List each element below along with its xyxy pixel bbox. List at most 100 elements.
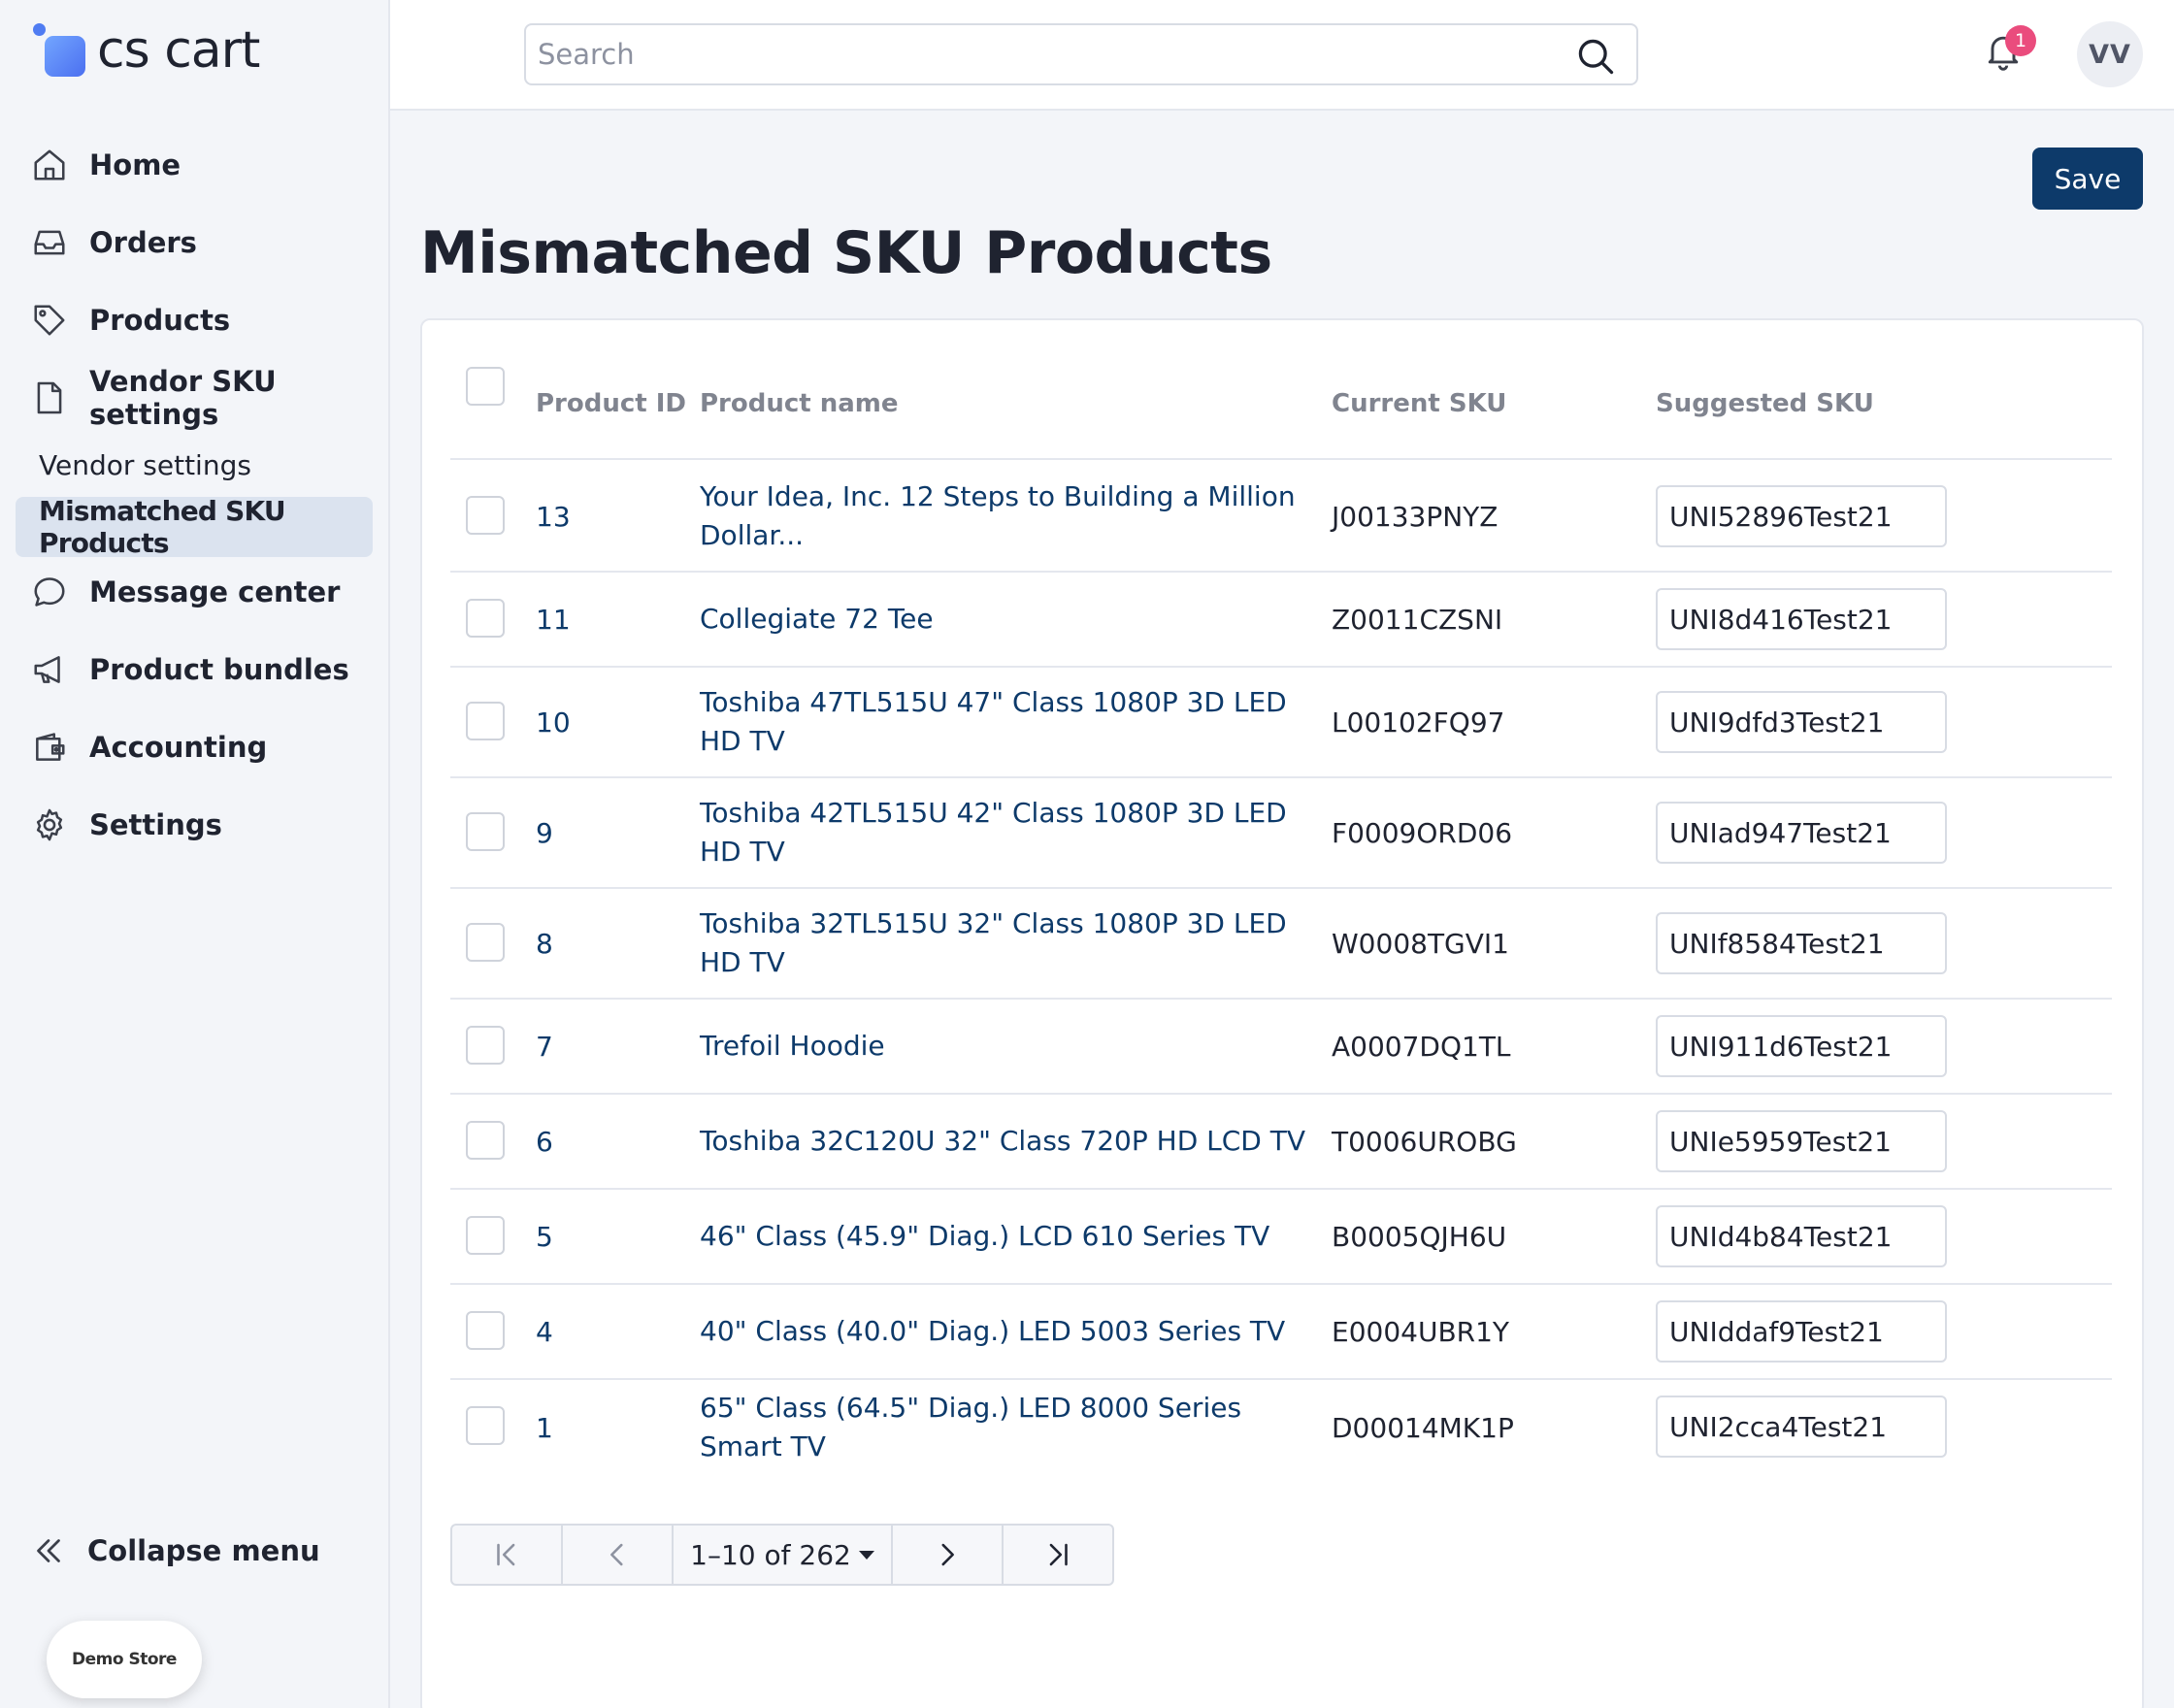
save-button[interactable]: Save	[2032, 148, 2143, 210]
chevron-right-icon	[941, 1543, 954, 1566]
search-icon[interactable]	[1574, 35, 1617, 78]
sidebar-item-label: Accounting	[89, 731, 268, 764]
sidebar-item-home[interactable]: Home	[16, 134, 373, 196]
double-chevron-left-icon	[37, 1539, 60, 1562]
current-sku: T0006UROBG	[1332, 1125, 1517, 1158]
sidebar-item-accounting[interactable]: Accounting	[16, 716, 373, 778]
home-icon	[34, 149, 65, 181]
product-name-link[interactable]: Toshiba 47TL515U 47" Class 1080P 3D LED …	[700, 668, 1321, 776]
collapse-menu-button[interactable]: Collapse menu	[31, 1522, 320, 1580]
product-id: 8	[536, 927, 553, 960]
chevron-left-icon	[610, 1543, 623, 1566]
sidebar-item-vendor-sku-settings[interactable]: Vendor SKU settings	[16, 365, 373, 431]
current-sku: F0009ORD06	[1332, 816, 1513, 849]
sidebar-item-product-bundles[interactable]: Product bundles	[16, 639, 373, 701]
product-id: 10	[536, 706, 571, 739]
product-id: 6	[536, 1125, 553, 1158]
product-name-link[interactable]: 46" Class (45.9" Diag.) LCD 610 Series T…	[700, 1190, 1321, 1283]
row-checkbox[interactable]	[466, 496, 505, 535]
suggested-sku-input[interactable]	[1656, 1396, 1947, 1458]
sidebar-subitem-vendor-settings[interactable]: Vendor settings	[16, 435, 373, 495]
current-sku: B0005QJH6U	[1332, 1220, 1507, 1253]
row-checkbox[interactable]	[466, 599, 505, 638]
suggested-sku-input[interactable]	[1656, 485, 1947, 547]
previous-page-button[interactable]	[563, 1526, 674, 1584]
product-name-link[interactable]: Your Idea, Inc. 12 Steps to Building a M…	[700, 462, 1321, 571]
product-name-link[interactable]: Toshiba 42TL515U 42" Class 1080P 3D LED …	[700, 778, 1321, 887]
page-title: Mismatched SKU Products	[420, 219, 1272, 287]
select-all-checkbox[interactable]	[466, 367, 505, 406]
first-page-button[interactable]	[452, 1526, 563, 1584]
table-row: 6 Toshiba 32C120U 32" Class 720P HD LCD …	[450, 1095, 2112, 1190]
table-row: 10 Toshiba 47TL515U 47" Class 1080P 3D L…	[450, 668, 2112, 778]
column-header-product-id[interactable]: Product ID	[536, 351, 686, 456]
sidebar-item-label: Message center	[89, 575, 341, 608]
top-bar: 1 VV	[390, 0, 2174, 111]
row-checkbox[interactable]	[466, 702, 505, 740]
suggested-sku-input[interactable]	[1656, 1015, 1947, 1077]
logo-text: cs cart	[97, 21, 260, 80]
product-name-link[interactable]: 65" Class (64.5" Diag.) LED 8000 Series …	[700, 1380, 1321, 1475]
suggested-sku-input[interactable]	[1656, 588, 1947, 650]
product-name-link[interactable]: Collegiate 72 Tee	[700, 573, 1321, 666]
suggested-sku-input[interactable]	[1656, 912, 1947, 974]
table-row: 7 Trefoil Hoodie A0007DQ1TL	[450, 1000, 2112, 1095]
last-page-button[interactable]	[1004, 1526, 1112, 1584]
suggested-sku-input[interactable]	[1656, 1205, 1947, 1267]
sidebar-item-label: Product bundles	[89, 653, 349, 686]
product-name-link[interactable]: Trefoil Hoodie	[700, 1000, 1321, 1093]
product-id: 13	[536, 500, 571, 533]
row-checkbox[interactable]	[466, 1026, 505, 1065]
column-header-suggested-sku[interactable]: Suggested SKU	[1656, 351, 1874, 456]
gear-icon	[36, 808, 63, 841]
sidebar-item-orders[interactable]: Orders	[16, 212, 373, 274]
current-sku: L00102FQ97	[1332, 706, 1505, 739]
product-name-link[interactable]: 40" Class (40.0" Diag.) LED 5003 Series …	[700, 1285, 1321, 1378]
suggested-sku-input[interactable]	[1656, 691, 1947, 753]
suggested-sku-input[interactable]	[1656, 1110, 1947, 1172]
table-row: 9 Toshiba 42TL515U 42" Class 1080P 3D LE…	[450, 778, 2112, 889]
product-id: 1	[536, 1411, 553, 1444]
current-sku: E0004UBR1Y	[1332, 1315, 1510, 1348]
table-row: 11 Collegiate 72 Tee Z0011CZSNI	[450, 573, 2112, 668]
row-checkbox[interactable]	[466, 1406, 505, 1445]
search-input[interactable]	[538, 33, 1566, 76]
product-name-link[interactable]: Toshiba 32TL515U 32" Class 1080P 3D LED …	[700, 889, 1321, 998]
current-sku: J00133PNYZ	[1332, 500, 1499, 533]
chat-icon	[34, 577, 65, 607]
table-row: 13 Your Idea, Inc. 12 Steps to Building …	[450, 462, 2112, 573]
row-checkbox[interactable]	[466, 923, 505, 962]
current-sku: Z0011CZSNI	[1332, 603, 1503, 636]
next-page-button[interactable]	[893, 1526, 1004, 1584]
user-avatar[interactable]: VV	[2077, 21, 2143, 87]
logo-mark-icon	[31, 21, 89, 80]
row-checkbox[interactable]	[466, 1216, 505, 1255]
table-header: Product ID Product name Current SKU Sugg…	[450, 351, 2112, 460]
sidebar-subitem-mismatched-sku-products[interactable]: Mismatched SKU Products	[16, 495, 373, 559]
wallet-icon	[36, 733, 65, 761]
demo-store-badge[interactable]: Demo Store	[47, 1621, 202, 1698]
sidebar-item-settings[interactable]: Settings	[16, 794, 373, 856]
cs-cart-logo[interactable]: cs cart	[31, 21, 260, 80]
document-icon	[37, 381, 62, 414]
current-sku: A0007DQ1TL	[1332, 1030, 1511, 1063]
product-name-link[interactable]: Toshiba 32C120U 32" Class 720P HD LCD TV	[700, 1095, 1321, 1188]
column-header-product-name[interactable]: Product name	[700, 351, 899, 456]
suggested-sku-input[interactable]	[1656, 1300, 1947, 1363]
sidebar-item-label: Products	[89, 304, 231, 337]
product-id: 11	[536, 603, 571, 636]
sidebar-item-label: Vendor SKU settings	[89, 365, 277, 431]
page-range-dropdown[interactable]: 1–10 of 262	[674, 1526, 893, 1584]
megaphone-icon	[34, 656, 60, 683]
column-header-current-sku[interactable]: Current SKU	[1332, 351, 1506, 456]
row-checkbox[interactable]	[466, 1311, 505, 1350]
sidebar-item-message-center[interactable]: Message center	[16, 561, 373, 623]
suggested-sku-input[interactable]	[1656, 802, 1947, 864]
notifications-button[interactable]: 1	[1982, 25, 2036, 78]
sidebar-item-products[interactable]: Products	[16, 289, 373, 351]
notification-count-badge: 1	[2005, 25, 2036, 56]
row-checkbox[interactable]	[466, 812, 505, 851]
page-range-label: 1–10 of 262	[690, 1538, 851, 1571]
table-row: 8 Toshiba 32TL515U 32" Class 1080P 3D LE…	[450, 889, 2112, 1000]
row-checkbox[interactable]	[466, 1121, 505, 1160]
